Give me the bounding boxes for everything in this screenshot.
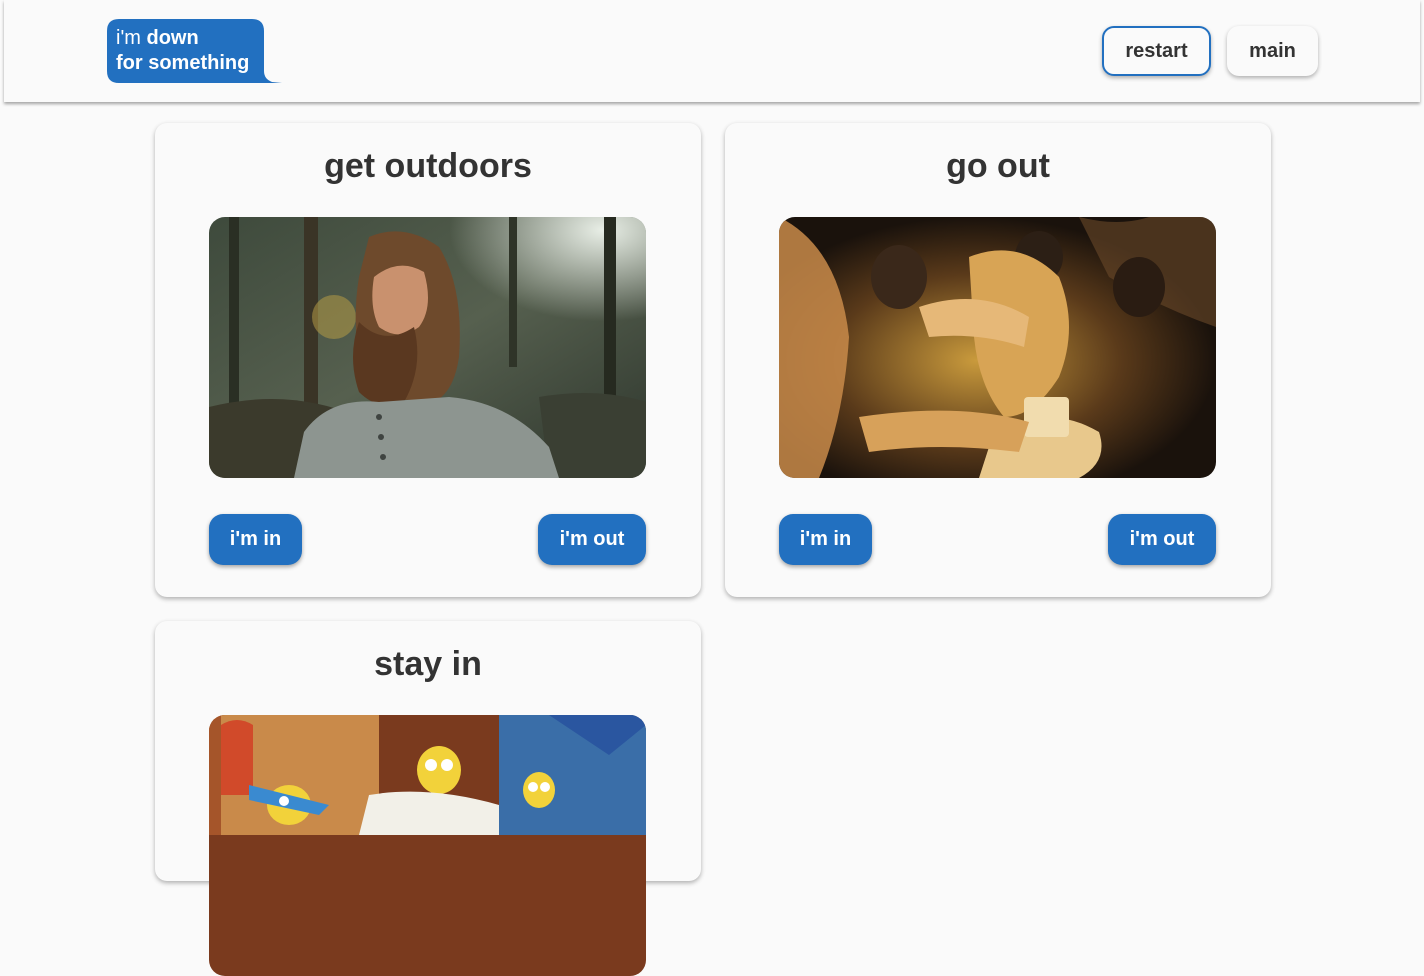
- im-in-button[interactable]: i'm in: [209, 514, 302, 565]
- card-title: stay in: [374, 645, 482, 683]
- activity-card-stay-in: stay in: [155, 621, 701, 976]
- activity-card-get-outdoors: get outdoors i'm in i'm out: [155, 123, 701, 597]
- card-title: go out: [946, 147, 1050, 185]
- im-in-button[interactable]: i'm in: [779, 514, 872, 565]
- bearded-man-forest-photo: [209, 217, 646, 478]
- main-button[interactable]: main: [1227, 26, 1318, 76]
- logo[interactable]: i'm down for something: [107, 19, 282, 84]
- logo-text-line2: for something: [116, 52, 250, 74]
- im-out-button[interactable]: i'm out: [538, 514, 646, 565]
- logo-text-line1: i'm down: [116, 26, 199, 50]
- restart-button[interactable]: restart: [1102, 26, 1211, 76]
- top-header: i'm down for something restart main: [4, 0, 1420, 102]
- cartoon-family-couch-image: [209, 715, 646, 976]
- logo-text-bold: down: [146, 27, 199, 49]
- activity-card-go-out: go out i'm in i'm out: [725, 123, 1271, 597]
- dancing-party-photo: [779, 217, 1216, 478]
- card-title: get outdoors: [324, 147, 532, 185]
- im-out-button[interactable]: i'm out: [1108, 514, 1216, 565]
- logo-text-light: i'm: [116, 27, 147, 49]
